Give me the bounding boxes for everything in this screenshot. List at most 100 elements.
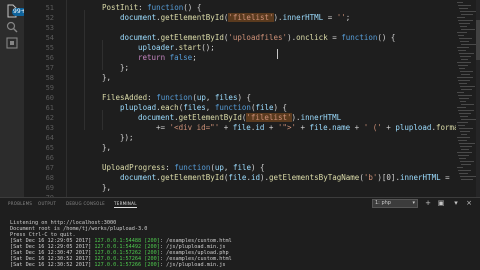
line-number: 64 [45, 134, 54, 142]
maximize-panel-button[interactable]: ▾ [452, 199, 460, 208]
minimap-line [461, 14, 473, 15]
line-number: 52 [45, 14, 54, 22]
minimap-line [460, 26, 467, 27]
code-token: () { [183, 3, 202, 12]
code-token: }, [102, 143, 112, 152]
code-token: }); [120, 133, 134, 142]
tab-debug-console[interactable]: DEBUG CONSOLE [66, 201, 105, 207]
minimap-line [459, 23, 470, 24]
minimap-line [459, 128, 473, 129]
line-number: 69 [45, 184, 54, 192]
minimap-line [458, 50, 466, 51]
code-token: uploader [138, 43, 175, 52]
minimap-line [457, 2, 463, 3]
bottom-panel: PROBLEMS OUTPUT DEBUG CONSOLE TERMINAL 1… [0, 197, 480, 270]
scrollbar-thumb[interactable] [476, 20, 480, 60]
minimap-line [461, 104, 474, 105]
line-number: 53 [45, 24, 54, 32]
code-token: + [264, 123, 278, 132]
code-token: function [147, 3, 184, 12]
minimap-line [460, 161, 474, 162]
minimap-line [459, 38, 472, 39]
code-token: '<div id="' [169, 123, 220, 132]
code-token: getElementById [160, 173, 224, 182]
minimap-line [460, 101, 466, 102]
code-token: getElementById [178, 113, 242, 122]
code-token: files [214, 93, 238, 102]
tab-output[interactable]: OUTPUT [38, 201, 56, 207]
panel-tab-bar: PROBLEMS OUTPUT DEBUG CONSOLE TERMINAL 1… [0, 198, 480, 210]
minimap-line [459, 98, 469, 99]
minimap-line [460, 71, 473, 72]
indent-guide [66, 0, 67, 197]
code-token: document [138, 113, 175, 122]
minimap-line [461, 134, 467, 135]
code-line: }); [120, 133, 134, 143]
minimap-line [457, 107, 466, 108]
code-token: getElementById [160, 33, 224, 42]
tab-problems[interactable]: PROBLEMS [8, 201, 32, 207]
minimap-line [458, 20, 473, 21]
code-token: file [309, 123, 328, 132]
indent-guide [84, 10, 85, 130]
code-token: '' [336, 13, 346, 22]
code-line: document.getElementById('filelist').inne… [138, 113, 341, 123]
minimap-line [459, 53, 474, 54]
line-number: 51 [45, 4, 54, 12]
code-token: getElementsByTagName [269, 173, 360, 182]
new-terminal-button[interactable]: + [424, 199, 432, 208]
code-token: 'uploadfiles' [228, 33, 288, 42]
search-icon[interactable] [5, 20, 19, 34]
tab-terminal[interactable]: TERMINAL [114, 201, 137, 208]
line-number: 56 [45, 54, 54, 62]
minimap-line [460, 146, 472, 147]
code-line: }, [102, 143, 111, 153]
code-token: = [327, 33, 342, 42]
line-number: 58 [45, 74, 54, 82]
chevron-down-icon: ▾ [412, 200, 415, 206]
terminal-text: [Sat Dec 16 12:30:52 2017] [10, 262, 95, 268]
minimap-line [461, 119, 476, 120]
code-token: innerHTML [300, 113, 342, 122]
code-token: name [332, 123, 351, 132]
code-token: 'b' [363, 173, 378, 182]
code-token: function [174, 163, 211, 172]
close-panel-button[interactable]: × [465, 199, 473, 208]
code-token: file [255, 103, 274, 112]
terminal-select[interactable]: 1: php ▾ [372, 199, 418, 208]
minimap-line [461, 149, 469, 150]
line-number: 67 [45, 164, 54, 172]
line-number: 60 [45, 94, 54, 102]
code-token: plupload [395, 123, 432, 132]
minimap-line [457, 77, 473, 78]
code-token: plupload [120, 103, 157, 112]
code-token: file [228, 173, 247, 182]
indent-guide [102, 110, 103, 130]
code-token: () { [377, 33, 396, 42]
code-editor[interactable]: 5152535455565758596061626364656667686970… [24, 0, 456, 197]
line-number: 62 [45, 114, 54, 122]
code-token: , [205, 103, 215, 112]
minimap-line [458, 155, 469, 156]
code-token: : [165, 163, 175, 172]
code-line: document.getElementById('uploadfiles').o… [120, 33, 395, 43]
minimap-line [461, 164, 471, 165]
code-token: id [250, 173, 260, 182]
code-token: : [147, 93, 157, 102]
text-cursor [277, 49, 278, 59]
editor-scrollbar[interactable] [476, 0, 480, 197]
minimap[interactable] [456, 0, 477, 197]
line-number: 59 [45, 84, 54, 92]
line-number: 54 [45, 34, 54, 42]
code-token: function [341, 33, 378, 42]
code-line: plupload.each(files, function(file) { [120, 103, 287, 113]
code-token: file [232, 123, 251, 132]
code-token: UploadProgress [102, 163, 166, 172]
split-terminal-button[interactable]: ▣ [437, 199, 445, 208]
minimap-line [461, 89, 472, 90]
code-token: ) { [237, 93, 252, 102]
extensions-icon[interactable] [5, 36, 19, 50]
code-token: }; [120, 63, 130, 72]
line-number: 65 [45, 144, 54, 152]
minimap-line [460, 41, 469, 42]
